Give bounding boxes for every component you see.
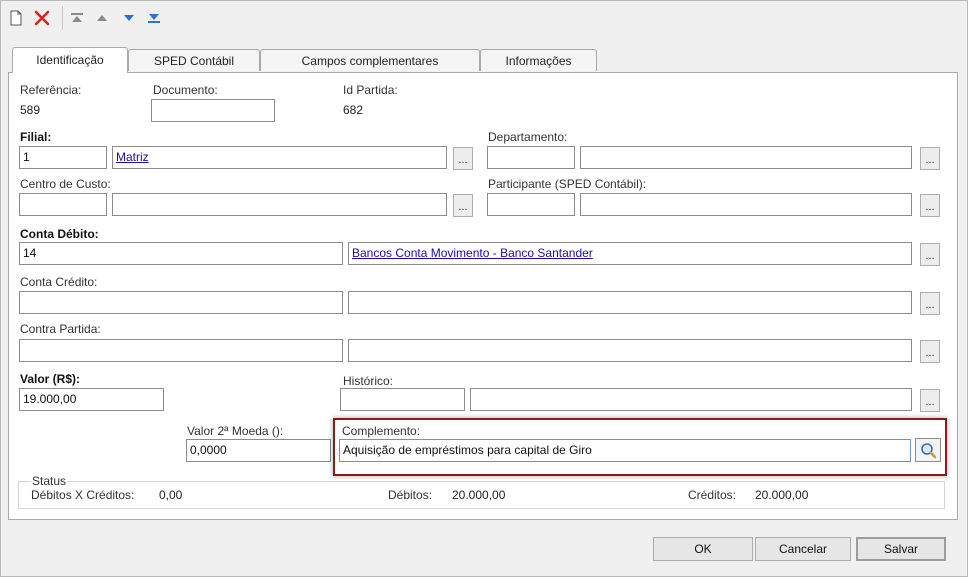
filial-name-field[interactable]: Matriz bbox=[112, 146, 447, 169]
debitos-label: Débitos: bbox=[388, 488, 433, 502]
valor-label: Valor (R$): bbox=[20, 372, 81, 386]
creditos-label: Créditos: bbox=[688, 488, 737, 502]
valor-moeda2-field[interactable]: 0,0000 bbox=[186, 439, 331, 462]
filial-lookup-button[interactable]: ... bbox=[453, 147, 473, 170]
conta-debito-code-field[interactable]: 14 bbox=[19, 242, 343, 265]
referencia-value: 589 bbox=[20, 103, 41, 117]
valor-moeda2-label: Valor 2ª Moeda (): bbox=[187, 424, 284, 438]
last-record-icon[interactable] bbox=[144, 8, 164, 28]
centro-custo-lookup-button[interactable]: ... bbox=[453, 194, 473, 217]
contra-partida-name-field[interactable] bbox=[348, 339, 912, 362]
debitos-value: 20.000,00 bbox=[452, 488, 506, 502]
save-button[interactable]: Salvar bbox=[856, 537, 946, 561]
contra-partida-label: Contra Partida: bbox=[20, 322, 101, 336]
filial-label: Filial: bbox=[20, 130, 52, 144]
participante-name-field[interactable] bbox=[580, 193, 912, 216]
toolbar-separator bbox=[62, 6, 63, 30]
valor-field[interactable]: 19.000,00 bbox=[19, 388, 164, 411]
tab-informacoes[interactable]: Informações bbox=[480, 49, 597, 71]
ok-button[interactable]: OK bbox=[653, 537, 753, 561]
departamento-label: Departamento: bbox=[488, 130, 568, 144]
historico-label: Histórico: bbox=[343, 374, 394, 388]
filial-code-field[interactable]: 1 bbox=[19, 146, 107, 169]
historico-lookup-button[interactable]: ... bbox=[920, 389, 940, 412]
conta-credito-code-field[interactable] bbox=[19, 291, 343, 314]
search-icon bbox=[920, 442, 937, 462]
first-record-icon[interactable] bbox=[67, 8, 87, 28]
conta-debito-name-link[interactable]: Bancos Conta Movimento - Banco Santander bbox=[352, 246, 593, 260]
historico-code-field[interactable] bbox=[340, 388, 465, 411]
centro-custo-code-field[interactable] bbox=[19, 193, 107, 216]
conta-credito-label: Conta Crédito: bbox=[20, 275, 98, 289]
contra-partida-code-field[interactable] bbox=[19, 339, 343, 362]
debitos-x-creditos-label: Débitos X Créditos: bbox=[31, 488, 135, 502]
conta-debito-label: Conta Débito: bbox=[20, 227, 99, 241]
centro-custo-label: Centro de Custo: bbox=[20, 177, 111, 191]
conta-debito-name-field[interactable]: Bancos Conta Movimento - Banco Santander bbox=[348, 242, 912, 265]
id-partida-value: 682 bbox=[343, 103, 364, 117]
filial-name-link[interactable]: Matriz bbox=[116, 150, 149, 164]
centro-custo-name-field[interactable] bbox=[112, 193, 447, 216]
cancel-button[interactable]: Cancelar bbox=[755, 537, 851, 561]
complemento-search-button[interactable] bbox=[915, 438, 941, 462]
departamento-lookup-button[interactable]: ... bbox=[920, 147, 940, 170]
id-partida-label: Id Partida: bbox=[343, 83, 398, 97]
conta-credito-name-field[interactable] bbox=[348, 291, 912, 314]
documento-field[interactable] bbox=[151, 99, 275, 122]
tab-identificacao[interactable]: Identificação bbox=[12, 47, 128, 73]
delete-icon[interactable] bbox=[32, 8, 52, 28]
historico-name-field[interactable] bbox=[470, 388, 912, 411]
complemento-label: Complemento: bbox=[342, 424, 421, 438]
tab-sped-contabil[interactable]: SPED Contábil bbox=[128, 49, 260, 71]
tab-campos-complementares[interactable]: Campos complementares bbox=[260, 49, 480, 71]
new-document-icon[interactable] bbox=[6, 8, 26, 28]
previous-record-icon[interactable] bbox=[92, 8, 112, 28]
departamento-name-field[interactable] bbox=[580, 146, 912, 169]
referencia-label: Referência: bbox=[20, 83, 82, 97]
contra-partida-lookup-button[interactable]: ... bbox=[920, 340, 940, 363]
complemento-field[interactable]: Aquisição de empréstimos para capital de… bbox=[339, 439, 911, 462]
participante-code-field[interactable] bbox=[487, 193, 575, 216]
documento-label: Documento: bbox=[153, 83, 218, 97]
debitos-x-creditos-value: 0,00 bbox=[159, 488, 183, 502]
creditos-value: 20.000,00 bbox=[755, 488, 809, 502]
conta-debito-lookup-button[interactable]: ... bbox=[920, 243, 940, 266]
participante-lookup-button[interactable]: ... bbox=[920, 194, 940, 217]
status-title: Status bbox=[31, 474, 68, 488]
conta-credito-lookup-button[interactable]: ... bbox=[920, 292, 940, 315]
participante-label: Participante (SPED Contábil): bbox=[488, 177, 647, 191]
next-record-icon[interactable] bbox=[119, 8, 139, 28]
departamento-code-field[interactable] bbox=[487, 146, 575, 169]
